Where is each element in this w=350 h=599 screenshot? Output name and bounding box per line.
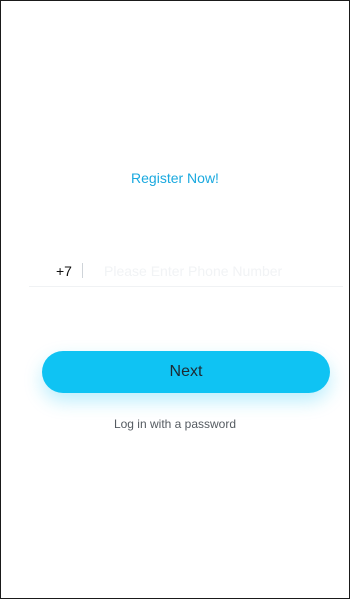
phone-number-row: +7 [29,254,343,287]
country-code[interactable]: +7 [56,263,72,279]
field-divider [82,263,83,278]
password-login-link[interactable]: Log in with a password [1,417,349,431]
next-button[interactable]: Next [42,351,330,393]
register-screen: Register Now! +7 Next Log in with a pass… [0,0,350,599]
page-title: Register Now! [131,170,219,186]
phone-number-input[interactable] [104,260,334,282]
